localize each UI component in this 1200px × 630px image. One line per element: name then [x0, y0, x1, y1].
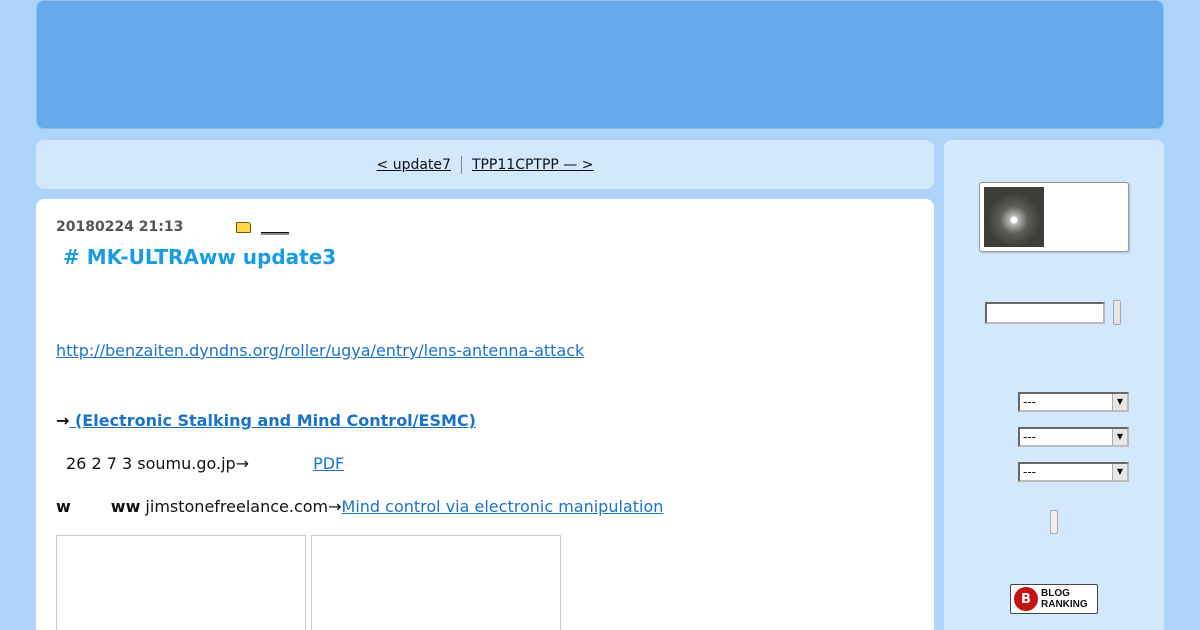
next-entry-link[interactable]: TPP11CPTPP — > — [472, 157, 594, 173]
soumu-line: 26 2 7 3 soumu.go.jp→ PDF — [66, 454, 344, 473]
ww-text: ww — [110, 497, 141, 516]
prev-entry-link[interactable]: < update7 — [377, 157, 451, 173]
jimstone-line: w ww jimstonefreelance.com→Mind control v… — [56, 497, 663, 516]
category-select-value: --- — [1023, 430, 1036, 444]
esmc-link[interactable]: (Electronic Stalking and Mind Control/ES… — [69, 411, 476, 430]
arrow-text: → — [56, 411, 70, 430]
sidebar: --- ▼ --- ▼ --- ▼ B BLOG RANKING — [944, 140, 1164, 630]
link-select-value: --- — [1023, 465, 1036, 479]
entry-panel: 20180224 21:13 ____ # MK-ULTRAww update3… — [36, 199, 934, 630]
entry-datetime: 20180224 21:13 — [56, 219, 184, 235]
category-select[interactable]: --- ▼ — [1018, 427, 1129, 447]
pdf-link[interactable]: PDF — [313, 454, 344, 473]
chevron-down-icon: ▼ — [1112, 464, 1127, 480]
ranking-line2: RANKING — [1041, 599, 1088, 610]
blog-ranking-banner[interactable]: B BLOG RANKING — [1010, 584, 1098, 614]
ranking-text: BLOG RANKING — [1041, 588, 1088, 610]
profile-card[interactable] — [979, 182, 1129, 252]
ranking-logo-icon: B — [1014, 587, 1038, 611]
embed-frame-1 — [56, 535, 306, 630]
archive-select[interactable]: --- ▼ — [1018, 392, 1129, 412]
search-input[interactable] — [985, 302, 1105, 324]
w-text: w — [56, 497, 71, 516]
search-button[interactable] — [1113, 300, 1121, 325]
chevron-down-icon: ▼ — [1112, 394, 1127, 410]
category-link[interactable]: ____ — [261, 219, 289, 235]
soumu-text: 26 2 7 3 soumu.go.jp→ — [66, 454, 250, 473]
lens-antenna-attack-link[interactable]: http://benzaiten.dyndns.org/roller/ugya/… — [56, 341, 584, 360]
entry-navigation: < update7 TPP11CPTPP — > — [36, 140, 934, 189]
blog-header-banner — [36, 0, 1164, 129]
nav-divider — [460, 155, 462, 174]
sidebar-button[interactable] — [1050, 510, 1058, 534]
profile-image[interactable] — [984, 187, 1044, 247]
entry-title: # MK-ULTRAww update3 — [63, 245, 337, 269]
embed-frame-2 — [311, 535, 561, 630]
entry-category: ____ — [236, 219, 289, 235]
archive-select-value: --- — [1023, 395, 1036, 409]
folder-icon — [236, 221, 251, 233]
chevron-down-icon: ▼ — [1112, 429, 1127, 445]
link-select[interactable]: --- ▼ — [1018, 462, 1129, 482]
esmc-line: → (Electronic Stalking and Mind Control/… — [56, 411, 476, 430]
ranking-line1: BLOG — [1041, 588, 1070, 599]
mind-control-link[interactable]: Mind control via electronic manipulation — [342, 497, 664, 516]
jimstone-text: jimstonefreelance.com→ — [140, 497, 342, 516]
